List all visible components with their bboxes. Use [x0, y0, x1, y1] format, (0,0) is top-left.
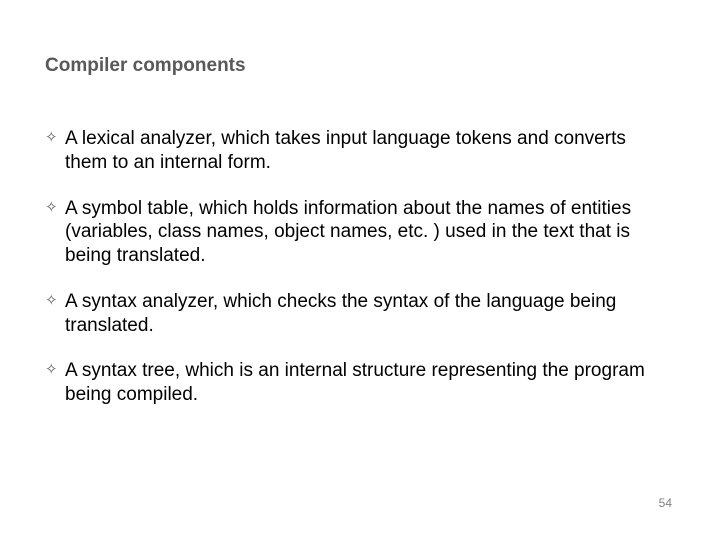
page-number: 54: [659, 496, 672, 510]
list-item: ✧ A lexical analyzer, which takes input …: [45, 127, 670, 175]
bullet-text: A syntax tree, which is an internal stru…: [65, 359, 670, 407]
diamond-bullet-icon: ✧: [45, 199, 65, 218]
bullet-text: A lexical analyzer, which takes input la…: [65, 127, 670, 175]
slide: Compiler components ✧ A lexical analyzer…: [0, 0, 720, 540]
bullet-text: A symbol table, which holds information …: [65, 197, 670, 268]
list-item: ✧ A symbol table, which holds informatio…: [45, 197, 670, 268]
list-item: ✧ A syntax tree, which is an internal st…: [45, 359, 670, 407]
diamond-bullet-icon: ✧: [45, 361, 65, 380]
slide-title: Compiler components: [45, 55, 670, 77]
bullet-text: A syntax analyzer, which checks the synt…: [65, 290, 670, 338]
list-item: ✧ A syntax analyzer, which checks the sy…: [45, 290, 670, 338]
diamond-bullet-icon: ✧: [45, 292, 65, 311]
bullet-list: ✧ A lexical analyzer, which takes input …: [45, 127, 670, 407]
diamond-bullet-icon: ✧: [45, 129, 65, 148]
